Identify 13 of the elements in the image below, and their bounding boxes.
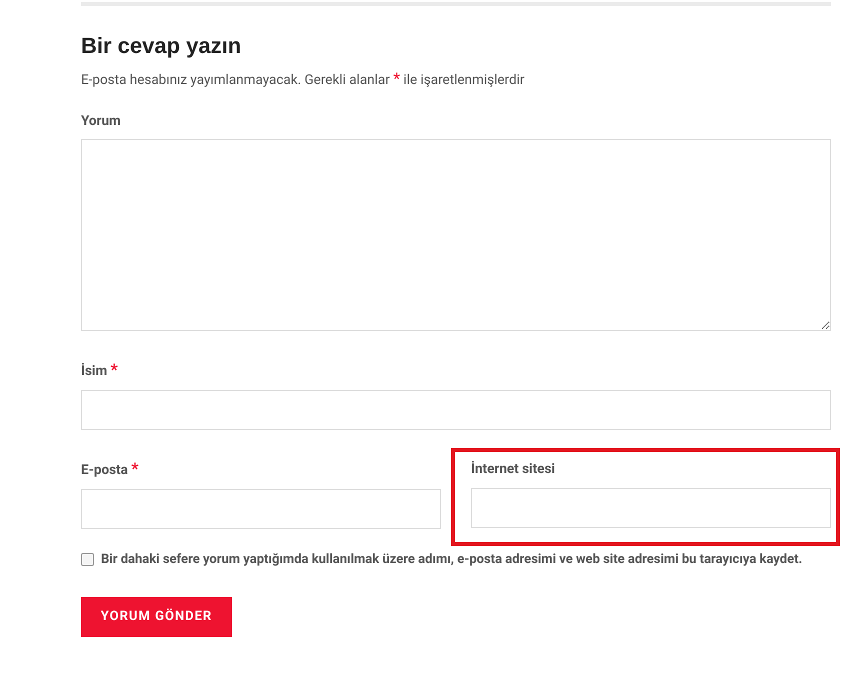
- text-field[interactable]: [81, 390, 831, 430]
- comment-field[interactable]: [81, 139, 831, 331]
- required-fields-note: E-posta hesabınız yayımlanmayacak. Gerekli alanlar * ile işaretlenmişlerdir: [81, 69, 526, 90]
- text-field[interactable]: [471, 488, 831, 528]
- field-label: İnternet sitesi: [471, 460, 555, 479]
- field-label: E-posta *: [81, 458, 138, 480]
- comment-label: Yorum: [81, 112, 121, 131]
- field-label: İsim *: [81, 359, 118, 381]
- form-heading: Bir cevap yazın: [81, 32, 242, 60]
- text-field[interactable]: [81, 489, 441, 529]
- submit-button[interactable]: YORUM GÖNDER: [81, 597, 232, 637]
- checkbox[interactable]: [81, 553, 94, 566]
- save-info-label: Bir dahaki sefere yorum yaptığımda kullanılmak üzere adımı, e-posta adresimi ve web site adresimi bu tarayıcıya kaydet.: [101, 551, 802, 569]
